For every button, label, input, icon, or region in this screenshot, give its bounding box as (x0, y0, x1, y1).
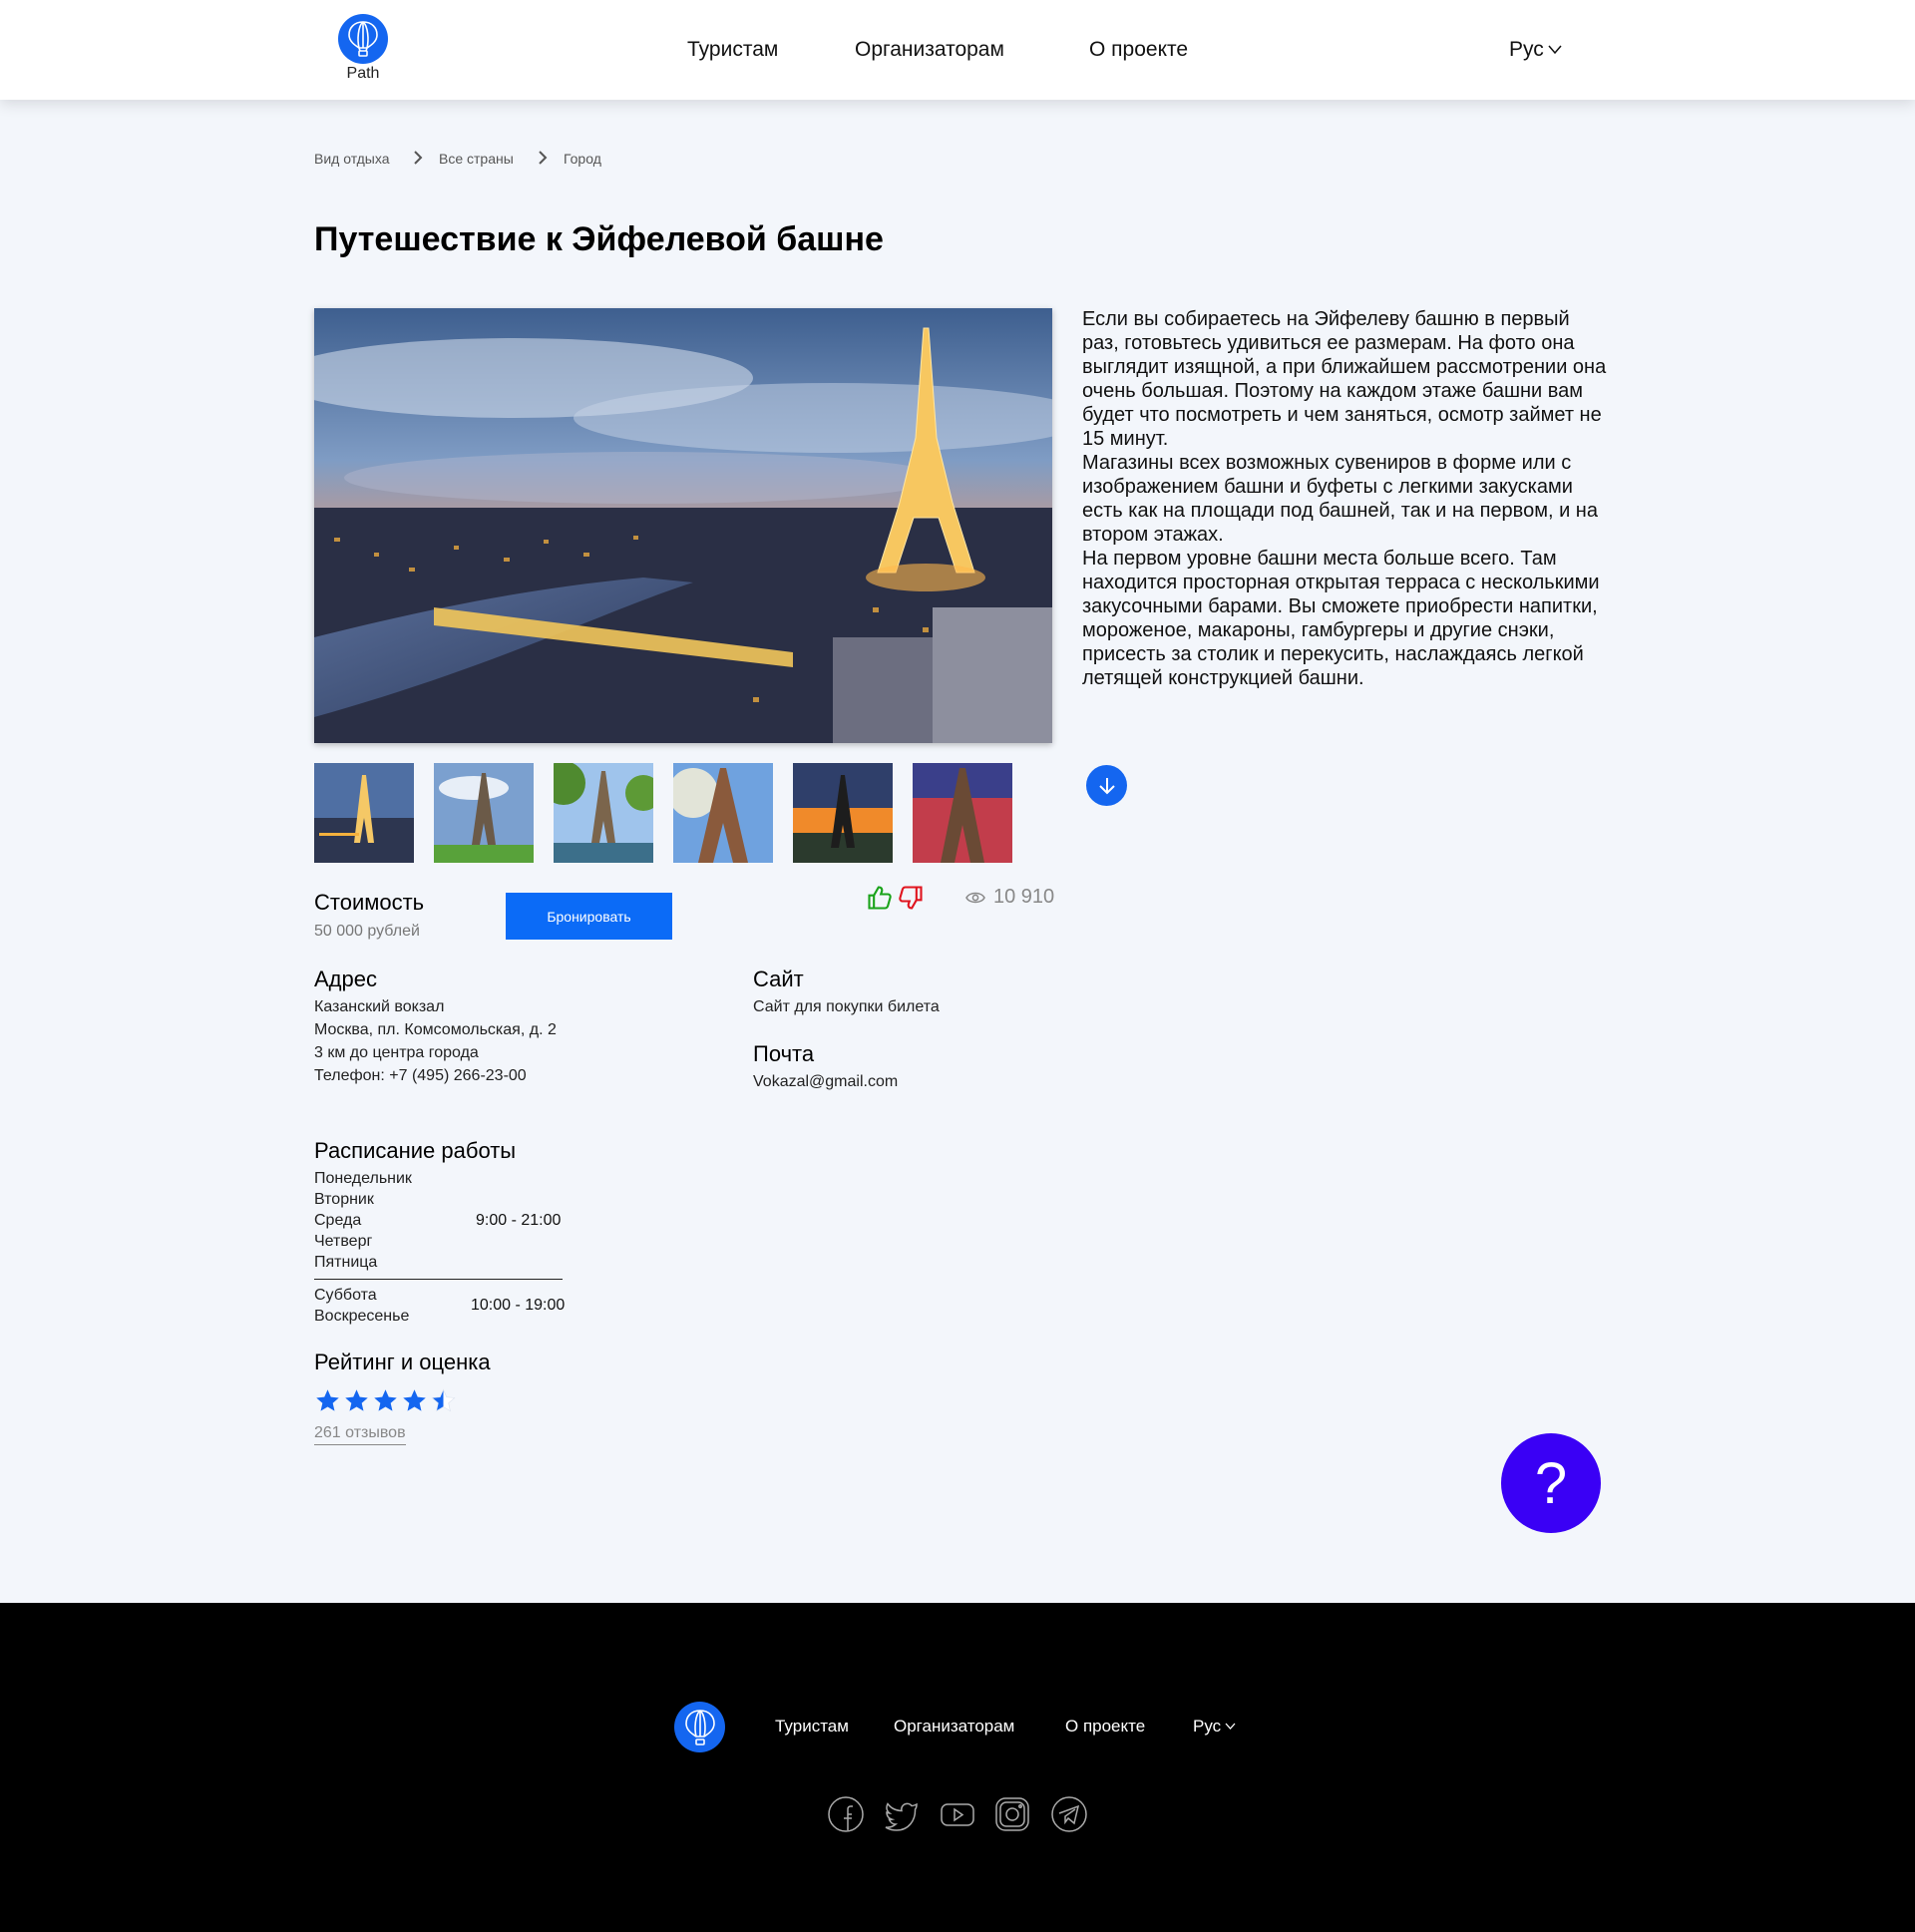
weekday-hours: 9:00 - 21:00 (476, 1212, 562, 1229)
nav-about[interactable]: О проекте (1089, 38, 1188, 62)
reviews-link[interactable]: 261 отзывов (314, 1424, 406, 1445)
breadcrumb-item-countries[interactable]: Все страны (439, 151, 514, 167)
schedule-day: Четверг (314, 1233, 373, 1250)
question-mark-icon: ? (1534, 1450, 1568, 1516)
thumbnail-6[interactable] (913, 763, 1012, 863)
rating-stars (314, 1387, 457, 1414)
footer-language-select[interactable]: Рус (1193, 1717, 1236, 1737)
youtube-link[interactable] (938, 1794, 977, 1834)
schedule-day: Понедельник (314, 1170, 412, 1187)
language-label: Рус (1509, 38, 1544, 61)
site-label: Сайт (753, 966, 804, 991)
facebook-link[interactable] (826, 1794, 866, 1834)
nav-organizers[interactable]: Организаторам (855, 38, 1004, 62)
chevron-right-icon (539, 151, 548, 165)
twitter-icon (885, 1802, 918, 1831)
twitter-link[interactable] (882, 1794, 922, 1834)
schedule-day: Вторник (314, 1191, 374, 1208)
schedule-day: Пятница (314, 1254, 378, 1271)
schedule-day: Суббота (314, 1287, 377, 1304)
chevron-down-icon (1225, 1723, 1236, 1730)
footer-logo[interactable] (674, 1702, 725, 1752)
footer-nav-tourists[interactable]: Туристам (775, 1717, 849, 1737)
schedule-day: Среда (314, 1212, 362, 1229)
facebook-icon (828, 1796, 864, 1832)
thumbnail-4[interactable] (673, 763, 773, 863)
price-label: Стоимость (314, 890, 425, 915)
thumbnail-1[interactable] (314, 763, 414, 863)
address-label: Адрес (314, 966, 377, 991)
eye-icon (965, 892, 985, 903)
schedule-label: Расписание работы (314, 1138, 517, 1163)
site-footer: Туристам Организаторам О проекте Рус (0, 1603, 1915, 1932)
logo[interactable]: Path (337, 14, 389, 83)
chevron-down-icon (1548, 45, 1562, 55)
expand-button[interactable] (1086, 765, 1127, 806)
telegram-icon (1051, 1796, 1087, 1832)
language-label: Рус (1193, 1717, 1222, 1736)
balloon-logo-icon (684, 1709, 715, 1745)
views-counter: 10 910 (965, 886, 1054, 909)
instagram-link[interactable] (992, 1794, 1032, 1834)
views-count: 10 910 (993, 886, 1055, 908)
chevron-right-icon (414, 151, 423, 165)
address-line: Казанский вокзал (314, 998, 445, 1015)
description: Если вы собираетесь на Эйфелеву башню в … (1082, 308, 1607, 689)
balloon-logo-icon (338, 14, 388, 64)
weekend-hours: 10:00 - 19:00 (471, 1297, 566, 1314)
footer-nav-about[interactable]: О проекте (1065, 1717, 1145, 1737)
thumbnail-2[interactable] (434, 763, 534, 863)
telegram-link[interactable] (1049, 1794, 1089, 1834)
rating-label: Рейтинг и оценка (314, 1350, 491, 1374)
main-photo[interactable] (314, 308, 1052, 743)
nav-tourists[interactable]: Туристам (687, 38, 778, 62)
book-button[interactable]: Бронировать (506, 893, 672, 940)
schedule-divider (314, 1279, 563, 1280)
mail-label: Почта (753, 1041, 815, 1066)
footer-nav-organizers[interactable]: Организаторам (894, 1717, 1014, 1737)
site-link[interactable]: Сайт для покупки билета (753, 998, 940, 1016)
price-value: 50 000 рублей (314, 923, 420, 940)
page-title: Путешествие к Эйфелевой башне (314, 220, 884, 258)
arrow-down-icon (1098, 777, 1115, 794)
star-icon (403, 1389, 426, 1411)
star-icon (316, 1389, 339, 1411)
thumbnail-3[interactable] (554, 763, 653, 863)
breadcrumb-item-city[interactable]: Город (564, 151, 601, 167)
star-icon (374, 1389, 397, 1411)
breadcrumb-item-vacation-type[interactable]: Вид отдыха (314, 151, 390, 167)
address-line: 3 км до центра города (314, 1044, 479, 1061)
thumbs-up-icon[interactable] (866, 884, 894, 912)
phone-line: Телефон: +7 (495) 266-23-00 (314, 1067, 527, 1084)
logo-text: Path (346, 65, 380, 82)
thumbnail-5[interactable] (793, 763, 893, 863)
schedule-day: Воскресенье (314, 1308, 410, 1325)
mail-link[interactable]: Vokazal@gmail.com (753, 1073, 898, 1091)
site-header: Path Туристам Организаторам О проекте Ру… (0, 0, 1915, 100)
half-star-icon (431, 1388, 456, 1412)
address-line: Москва, пл. Комсомольская, д. 2 (314, 1021, 557, 1038)
help-button[interactable]: ? (1501, 1433, 1601, 1533)
youtube-icon (941, 1803, 974, 1826)
instagram-icon (995, 1797, 1029, 1831)
star-icon (345, 1389, 368, 1411)
language-select[interactable]: Рус (1509, 38, 1562, 62)
thumbs-down-icon[interactable] (897, 884, 925, 912)
